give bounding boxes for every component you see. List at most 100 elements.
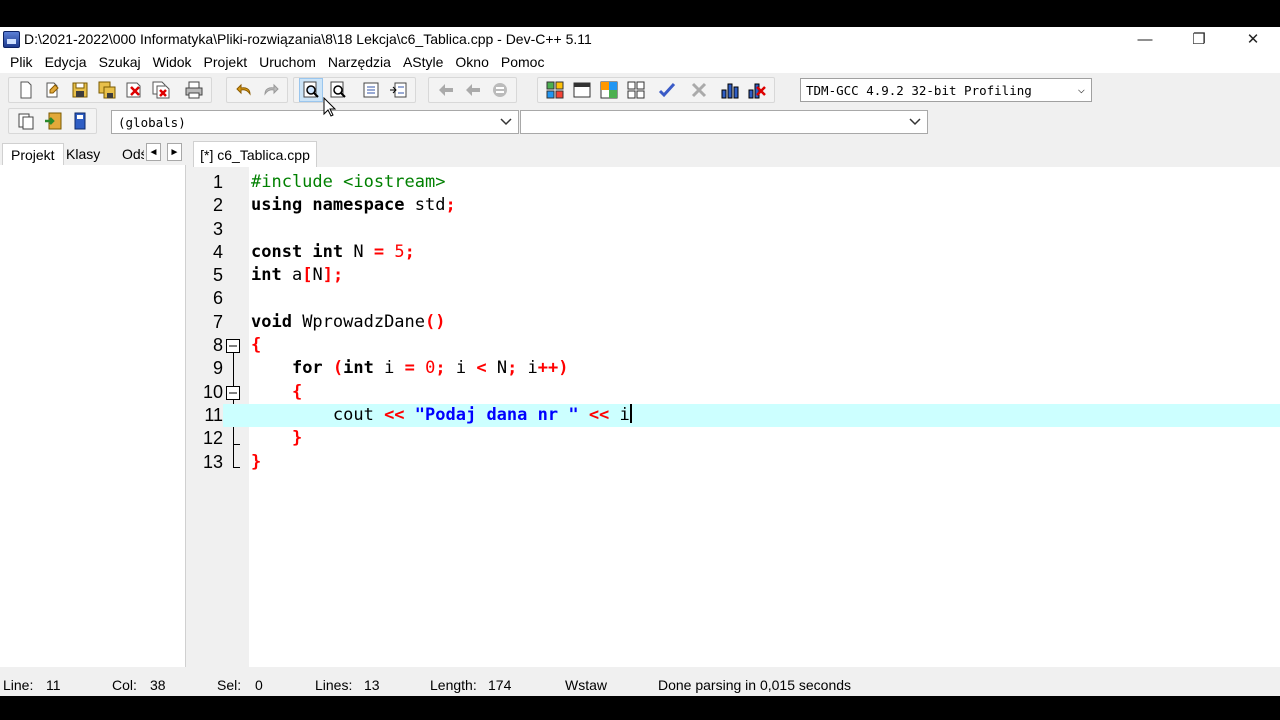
compile-toolbar-group bbox=[537, 77, 775, 103]
project-panel[interactable] bbox=[0, 165, 186, 667]
code-line: 2 using namespace std; bbox=[193, 194, 1280, 217]
compile-run-button[interactable] bbox=[597, 78, 621, 102]
close-file-button[interactable] bbox=[122, 78, 146, 102]
devcpp-app-icon bbox=[3, 30, 20, 48]
status-lines-value: 13 bbox=[364, 677, 380, 693]
code-text: int a[N]; bbox=[251, 265, 344, 286]
title-bar[interactable]: D:\2021-2022\000 Informatyka\Pliki-rozwi… bbox=[0, 27, 1280, 51]
menu-bar: Plik Edycja Szukaj Widok Projekt Uruchom… bbox=[0, 51, 1280, 73]
profile-button[interactable] bbox=[718, 78, 742, 102]
goto-back-button[interactable] bbox=[434, 78, 458, 102]
menu-pomoc[interactable]: Pomoc bbox=[495, 54, 551, 70]
window-title: D:\2021-2022\000 Informatyka\Pliki-rozwi… bbox=[24, 31, 592, 47]
status-insert-mode: Wstaw bbox=[565, 677, 607, 693]
code-line: 5 int a[N]; bbox=[193, 264, 1280, 287]
status-message: Done parsing in 0,015 seconds bbox=[658, 677, 852, 693]
status-sel-value: 0 bbox=[255, 677, 263, 693]
menu-projekt[interactable]: Projekt bbox=[198, 54, 254, 70]
new-file-icon bbox=[20, 81, 31, 99]
text-caret bbox=[629, 403, 632, 423]
tab-odpluskwiacz[interactable]: Odś bbox=[114, 143, 144, 165]
goto-forward-button[interactable] bbox=[461, 78, 485, 102]
close-all-button[interactable] bbox=[149, 78, 173, 102]
fold-minus-icon[interactable] bbox=[226, 385, 240, 400]
tab-klasy[interactable]: Klasy bbox=[58, 143, 108, 165]
run-window-icon bbox=[573, 82, 590, 98]
code-line: 8 { bbox=[193, 334, 1280, 357]
line-number: 5 bbox=[212, 265, 223, 286]
code-editor[interactable]: 1 #include <iostream> 2 using namespace … bbox=[193, 167, 1280, 667]
open-file-button[interactable] bbox=[41, 78, 65, 102]
minimize-button[interactable]: — bbox=[1118, 27, 1172, 51]
compiler-select[interactable]: TDM-GCC 4.9.2 32-bit Profiling ⌵ bbox=[800, 78, 1092, 102]
print-button[interactable] bbox=[182, 78, 206, 102]
new-file-button[interactable] bbox=[14, 78, 38, 102]
redo-button[interactable] bbox=[259, 78, 283, 102]
menu-astyle[interactable]: AStyle bbox=[397, 54, 449, 70]
save-button[interactable] bbox=[68, 78, 92, 102]
status-length-value: 174 bbox=[488, 677, 512, 693]
syntax-check-button[interactable] bbox=[655, 78, 679, 102]
rebuild-all-button[interactable] bbox=[624, 78, 648, 102]
compile-button[interactable] bbox=[543, 78, 567, 102]
line-number: 11 bbox=[193, 403, 223, 428]
find-icon bbox=[303, 81, 319, 98]
line-number: 1 bbox=[212, 172, 223, 192]
search-toolbar-group bbox=[293, 77, 416, 103]
delete-profile-button[interactable] bbox=[745, 78, 769, 102]
tab-projekt[interactable]: Projekt bbox=[2, 143, 64, 165]
remove-from-project-button[interactable] bbox=[68, 109, 92, 133]
indent-button[interactable] bbox=[359, 78, 383, 102]
file-toolbar-group bbox=[8, 77, 212, 103]
code-text: #include <iostream> bbox=[251, 172, 446, 192]
menu-okno[interactable]: Okno bbox=[449, 54, 494, 70]
line-number: 4 bbox=[212, 241, 223, 262]
new-project-button[interactable] bbox=[14, 109, 38, 133]
toggle-bookmark-button[interactable] bbox=[488, 78, 512, 102]
menu-edycja[interactable]: Edycja bbox=[39, 54, 93, 70]
add-to-project-button[interactable] bbox=[41, 109, 65, 133]
status-line-value: 11 bbox=[46, 677, 61, 693]
mouse-cursor-icon bbox=[323, 97, 337, 117]
code-line: 13 } bbox=[193, 451, 1280, 474]
class-toolbar: (globals) bbox=[0, 107, 1280, 137]
run-button[interactable] bbox=[570, 78, 594, 102]
project-toolbar-group bbox=[8, 108, 97, 134]
unindent-icon bbox=[390, 82, 407, 98]
fold-minus-icon[interactable] bbox=[226, 339, 240, 354]
code-text: { bbox=[291, 381, 303, 402]
add-to-project-icon bbox=[44, 112, 61, 130]
stop-x-icon bbox=[691, 82, 706, 98]
save-all-button[interactable] bbox=[95, 78, 119, 102]
menu-uruchom[interactable]: Uruchom bbox=[253, 54, 322, 70]
status-sel-label: Sel: bbox=[217, 677, 242, 693]
code-text: using namespace std; bbox=[251, 195, 456, 216]
menu-narzedzia[interactable]: Narzędzia bbox=[322, 54, 397, 70]
printer-icon bbox=[185, 81, 203, 99]
status-length-label: Length: bbox=[430, 677, 477, 693]
code-text: cout << "Podaj dana nr " << i bbox=[251, 403, 632, 425]
unindent-button[interactable] bbox=[386, 78, 410, 102]
arrow-left-icon bbox=[438, 84, 453, 96]
member-select[interactable] bbox=[520, 110, 928, 134]
project-new-icon bbox=[18, 113, 33, 130]
globals-select[interactable]: (globals) bbox=[111, 110, 519, 134]
save-icon bbox=[72, 82, 87, 98]
editor-tab-c6-tablica[interactable]: [*] c6_Tablica.cpp bbox=[193, 141, 317, 167]
undo-button[interactable] bbox=[232, 78, 256, 102]
compile-grid-icon bbox=[546, 81, 563, 99]
code-line: 9 for (int i = 0; i < N; i++) bbox=[193, 357, 1280, 380]
stop-execution-button[interactable] bbox=[687, 78, 711, 102]
code-line-current: 11 cout << "Podaj dana nr " << i bbox=[193, 403, 1280, 428]
find-button[interactable] bbox=[298, 78, 323, 102]
menu-szukaj[interactable]: Szukaj bbox=[93, 54, 147, 70]
tabs-scroll-left-button[interactable]: ◄ bbox=[146, 143, 161, 161]
letterbox-top bbox=[0, 0, 1280, 27]
restore-button[interactable]: ❐ bbox=[1172, 27, 1226, 51]
tabs-scroll-right-button[interactable]: ► bbox=[167, 143, 182, 161]
close-all-icon bbox=[152, 81, 169, 99]
close-button[interactable]: ✕ bbox=[1226, 27, 1280, 51]
menu-widok[interactable]: Widok bbox=[147, 54, 198, 70]
code-line: 3 bbox=[193, 218, 1280, 241]
menu-plik[interactable]: Plik bbox=[4, 54, 39, 70]
